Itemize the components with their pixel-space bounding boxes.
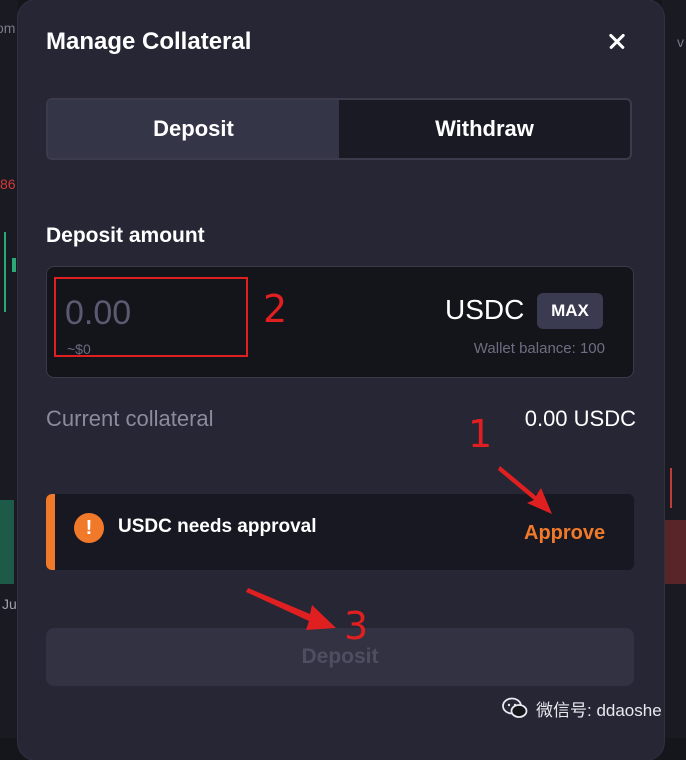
approval-message: USDC needs approval <box>118 516 317 537</box>
background-date-fragment: Ju <box>2 596 17 612</box>
background-candle <box>12 258 16 272</box>
annotation-number-3: 3 <box>344 604 369 648</box>
approval-banner: ! USDC needs approval Approve <box>46 494 634 570</box>
approve-button[interactable]: Approve <box>524 522 605 545</box>
background-text-fragment: om <box>0 20 16 36</box>
annotation-number-1: 1 <box>468 412 493 456</box>
current-collateral-value: 0.00 USDC <box>524 406 636 431</box>
background-panel-left <box>0 0 18 738</box>
background-volume-bar <box>0 500 14 584</box>
background-candle <box>4 232 6 312</box>
tab-deposit[interactable]: Deposit <box>48 100 339 158</box>
manage-collateral-modal: Manage Collateral Deposit Withdraw Depos… <box>18 0 664 760</box>
deposit-amount-label: Deposit amount <box>46 224 205 247</box>
background-candle <box>670 468 672 508</box>
tab-withdraw[interactable]: Withdraw <box>339 100 630 158</box>
annotation-number-2: 2 <box>263 287 288 331</box>
max-button[interactable]: MAX <box>537 293 603 329</box>
exclamation-icon: ! <box>74 513 104 543</box>
token-symbol: USDC <box>445 294 525 325</box>
annotation-box-amount <box>54 277 248 357</box>
watermark: 微信号: ddaoshe <box>502 695 662 721</box>
background-panel-right <box>662 0 686 738</box>
current-collateral-label: Current collateral <box>46 406 214 431</box>
approval-accent-bar <box>46 494 55 570</box>
background-volume-bar <box>664 520 686 584</box>
background-price-fragment: 86 <box>0 176 16 192</box>
background-text-fragment: v <box>677 34 684 50</box>
deposit-button[interactable]: Deposit <box>46 628 634 686</box>
wallet-balance: Wallet balance: 100 <box>473 340 605 357</box>
modal-title: Manage Collateral <box>46 28 252 55</box>
deposit-withdraw-tabs: Deposit Withdraw <box>46 98 632 160</box>
close-icon[interactable] <box>602 26 632 56</box>
watermark-text: 微信号: ddaoshe <box>536 700 662 720</box>
wechat-icon <box>502 697 528 718</box>
